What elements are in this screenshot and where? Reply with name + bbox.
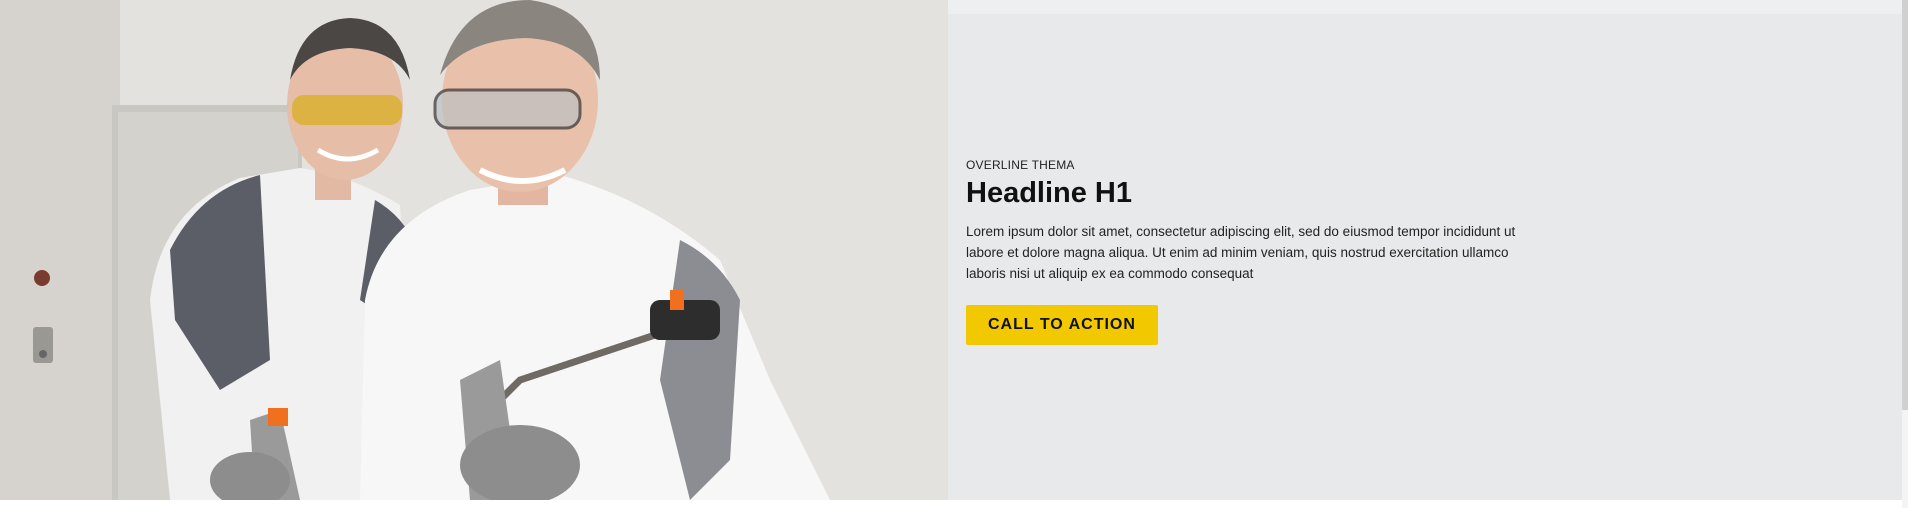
vertical-scrollbar[interactable] (1902, 0, 1908, 508)
overline-label: OVERLINE THEMA (966, 158, 1075, 172)
hero-photo-illustration (0, 0, 948, 500)
hero-image (0, 0, 948, 500)
hero-text-block: OVERLINE THEMA Headline H1 Lorem ipsum d… (966, 158, 1536, 345)
page-headline: Headline H1 (966, 177, 1132, 209)
hero-body-text: Lorem ipsum dolor sit amet, consectetur … (966, 224, 1516, 281)
call-to-action-button[interactable]: CALL TO ACTION (966, 305, 1158, 345)
scrollbar-thumb[interactable] (1902, 0, 1908, 410)
hero-content-panel: OVERLINE THEMA Headline H1 Lorem ipsum d… (948, 0, 1902, 500)
hero-section: OVERLINE THEMA Headline H1 Lorem ipsum d… (0, 0, 1902, 500)
page-bottom-strip (0, 500, 1908, 508)
